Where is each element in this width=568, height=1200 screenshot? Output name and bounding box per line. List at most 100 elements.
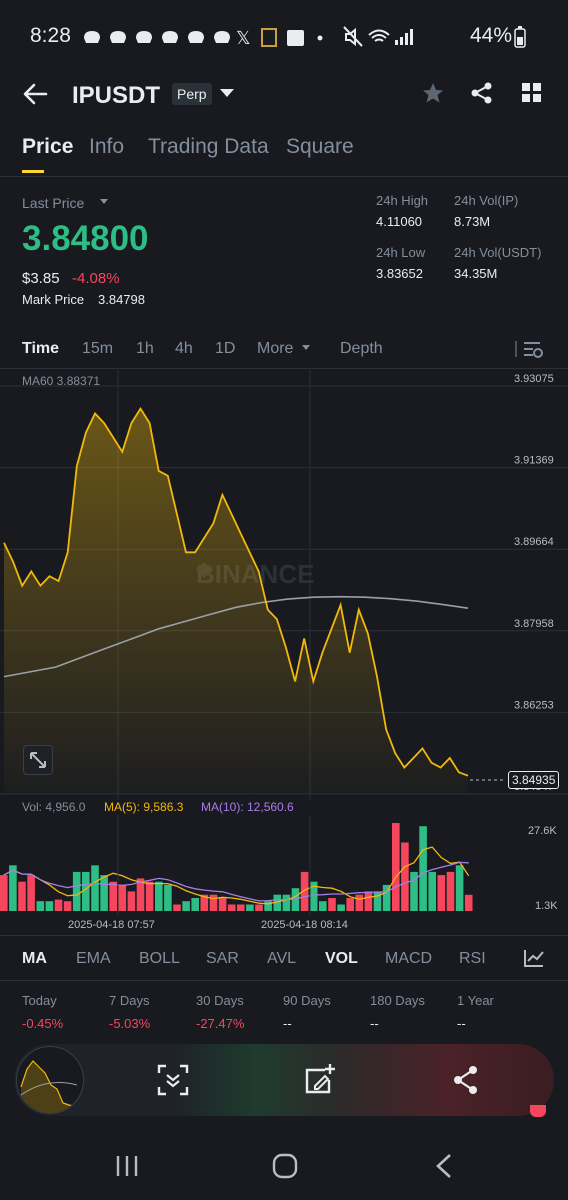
grid-icon[interactable] <box>521 82 543 104</box>
divider <box>0 980 568 981</box>
ma10-label: MA(10): 12,560.6 <box>201 800 294 814</box>
volume-bar <box>218 898 227 911</box>
caret-down-icon[interactable] <box>99 198 109 206</box>
price-chart[interactable]: BINANCE 3.930753.913693.896643.879583.86… <box>0 370 568 800</box>
low-label: 24h Low <box>376 245 426 260</box>
volume-bar <box>237 904 245 911</box>
y-tick-label: 3.86253 <box>514 699 554 711</box>
indicator-ema[interactable]: EMA <box>76 950 111 968</box>
vol-tick-bottom: 1.3K <box>535 900 558 912</box>
divider <box>0 935 568 936</box>
recent-apps-icon[interactable] <box>115 1154 139 1178</box>
star-icon[interactable] <box>421 81 445 105</box>
tab-price[interactable]: Price <box>22 135 73 159</box>
tab-underline <box>22 170 44 173</box>
caret-down-icon[interactable] <box>301 344 311 352</box>
battery-icon <box>514 26 526 48</box>
high-value: 4.11060 <box>376 214 423 229</box>
volume-bar <box>401 842 409 911</box>
volume-bar <box>364 891 373 911</box>
volume-bar <box>54 899 63 911</box>
system-nav-bar <box>0 1130 568 1200</box>
volume-bar <box>355 894 364 911</box>
interval-time[interactable]: Time <box>22 340 59 358</box>
volume-bar <box>209 894 218 911</box>
volume-bar <box>464 894 473 911</box>
interval-1d[interactable]: 1D <box>215 340 235 358</box>
price-area <box>4 408 468 794</box>
perf-90d-value: -- <box>283 1016 292 1031</box>
interval-more[interactable]: More <box>257 340 293 358</box>
battery-percent: 44% <box>469 24 512 47</box>
vol-ip-value: 8.73M <box>454 214 491 229</box>
volume-bar <box>437 875 446 911</box>
notification-marker <box>530 1105 546 1117</box>
volume-bar <box>127 891 136 911</box>
volume-bar <box>145 881 154 911</box>
mini-chart-icon <box>20 1060 78 1113</box>
volume-bar <box>428 871 436 911</box>
perf-180d-label: 180 Days <box>370 993 425 1008</box>
indicator-ma[interactable]: MA <box>22 950 47 968</box>
volume-bar <box>319 901 327 911</box>
pair-title[interactable]: IPUSDT <box>72 82 160 110</box>
back-icon[interactable] <box>434 1153 454 1179</box>
indicator-macd[interactable]: MACD <box>385 950 432 968</box>
indicator-rsi[interactable]: RSI <box>459 950 486 968</box>
tab-depth[interactable]: Depth <box>340 340 383 358</box>
last-price: 3.84800 <box>22 219 149 258</box>
indicator-vol[interactable]: VOL <box>325 950 358 968</box>
indicator-sar[interactable]: SAR <box>206 950 239 968</box>
indicator-settings-icon[interactable] <box>523 948 545 968</box>
volume-bar <box>173 904 181 911</box>
wifi-icon <box>368 29 390 42</box>
dot-icon <box>317 35 323 41</box>
volume-bar <box>27 875 35 911</box>
vol-ip-label: 24h Vol(IP) <box>454 193 519 208</box>
volume-bar <box>45 901 54 911</box>
y-tick-label: 3.87958 <box>514 618 554 630</box>
share-icon[interactable] <box>470 81 494 105</box>
expand-chart-button[interactable] <box>23 745 53 775</box>
low-value: 3.83652 <box>376 266 423 281</box>
scan-icon[interactable] <box>157 1064 189 1096</box>
perf-180d-value: -- <box>370 1016 379 1031</box>
high-label: 24h High <box>376 193 429 208</box>
last-price-label[interactable]: Last Price <box>22 195 84 211</box>
tab-info[interactable]: Info <box>89 135 124 159</box>
chart-settings-icon[interactable] <box>514 339 544 359</box>
volume-bar <box>446 871 455 911</box>
interval-4h[interactable]: 4h <box>175 340 193 358</box>
volume-bar <box>72 871 81 911</box>
home-icon[interactable] <box>272 1153 298 1179</box>
gallery-icon <box>287 30 304 46</box>
volume-bar <box>164 884 172 911</box>
chevron-down-icon[interactable] <box>218 87 236 99</box>
app-badge-icon <box>261 28 277 47</box>
tab-trading-data[interactable]: Trading Data <box>148 135 269 159</box>
volume-bar <box>18 881 26 911</box>
ma60-label: MA60 3.88371 <box>22 374 101 388</box>
volume-bar <box>109 881 117 911</box>
edit-post-icon[interactable] <box>303 1062 339 1096</box>
mute-icon <box>343 26 363 47</box>
volume-label: Vol: 4,956.0 <box>22 800 86 814</box>
tab-square[interactable]: Square <box>286 135 354 159</box>
volume-bar <box>419 826 427 911</box>
discord-icon <box>136 31 152 43</box>
indicator-avl[interactable]: AVL <box>267 950 296 968</box>
indicator-boll[interactable]: BOLL <box>139 950 180 968</box>
notification-icons: 𝕏 <box>84 28 323 48</box>
volume-chart[interactable]: 27.6K 1.3K 2025-04-18 07:57 2025-04-18 0… <box>0 815 568 935</box>
share-icon[interactable] <box>452 1065 480 1095</box>
divider <box>0 368 568 369</box>
mini-chart-thumbnail[interactable] <box>16 1046 84 1114</box>
interval-15m[interactable]: 15m <box>82 340 113 358</box>
interval-1h[interactable]: 1h <box>136 340 154 358</box>
perp-badge: Perp <box>172 83 212 105</box>
current-price-tag: 3.84935 <box>508 771 560 789</box>
y-tick-label: 3.89664 <box>514 536 554 548</box>
perf-1y-label: 1 Year <box>457 993 494 1008</box>
volume-bar <box>118 884 127 911</box>
back-arrow-icon[interactable] <box>22 82 48 106</box>
